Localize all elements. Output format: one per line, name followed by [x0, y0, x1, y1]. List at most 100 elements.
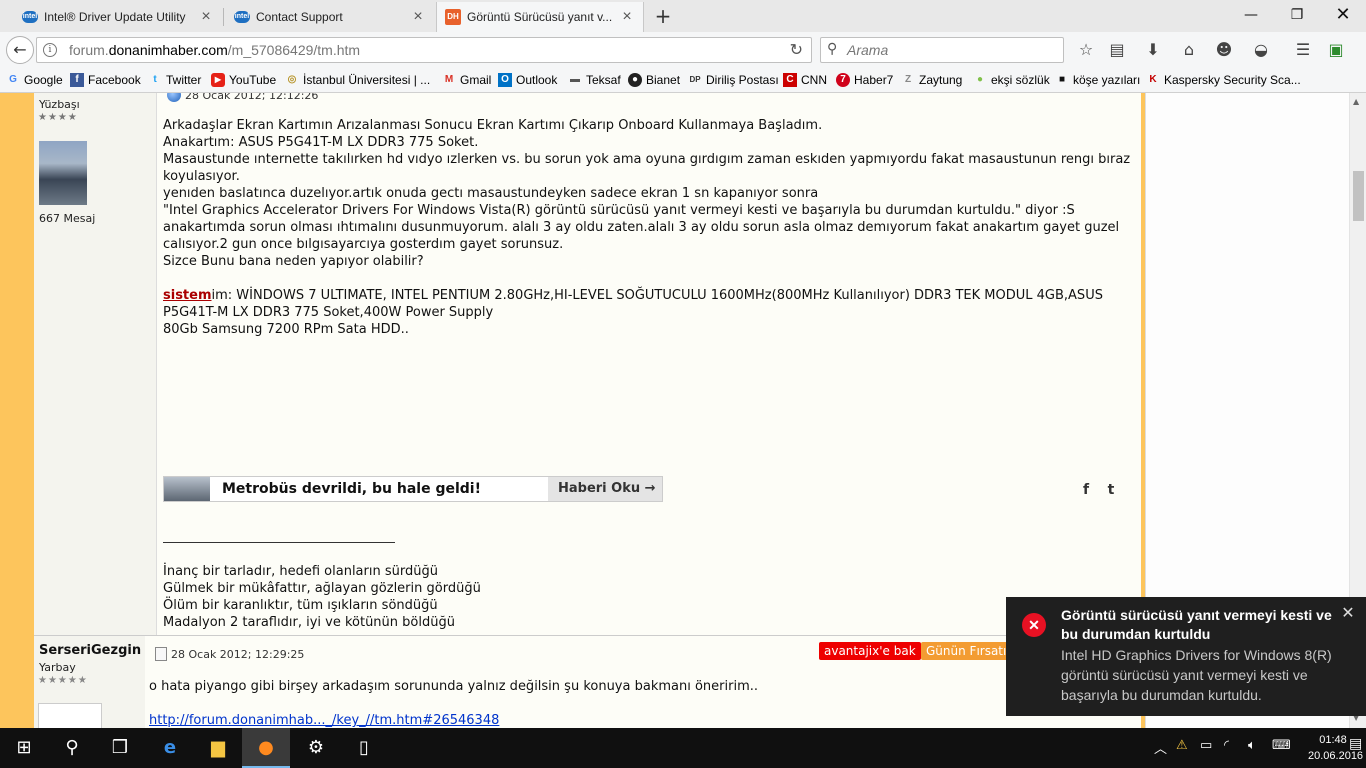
- chevron-up-icon[interactable]: ︿: [1154, 738, 1167, 757]
- news-bar[interactable]: Metrobüs devrildi, bu hale geldi! Haberi…: [163, 476, 663, 502]
- bookmark-youtube[interactable]: ▶ YouTube: [211, 73, 276, 87]
- keyboard-icon[interactable]: ⌨: [1272, 738, 1291, 753]
- document-icon: [155, 647, 167, 661]
- twitter-icon: t: [153, 74, 157, 85]
- bookmark-cnn[interactable]: C CNN: [783, 73, 827, 87]
- search-icon[interactable]: ⚲: [48, 728, 96, 768]
- bookmark-haber7[interactable]: 7 Haber7: [836, 73, 893, 87]
- bookmark-eksi[interactable]: ● ekşi sözlük: [973, 73, 1050, 87]
- download-icon[interactable]: ⬇: [1142, 39, 1164, 61]
- news-title[interactable]: Metrobüs devrildi, bu hale geldi!: [210, 481, 548, 497]
- close-window-button[interactable]: ✕: [1320, 0, 1366, 30]
- post-date: 28 Ocak 2012; 12:12:26: [167, 93, 318, 102]
- close-icon[interactable]: ✕: [1339, 605, 1357, 623]
- tab-contact-support[interactable]: intel Contact Support ×: [226, 2, 434, 32]
- read-news-button[interactable]: Haberi Oku →: [548, 477, 662, 501]
- gmail-icon: M: [444, 74, 454, 85]
- bookmark-istanbul-univ[interactable]: ◎ İstanbul Üniversitesi | ...: [285, 73, 431, 87]
- menu-icon[interactable]: ☰: [1292, 39, 1314, 61]
- bookmark-kaspersky[interactable]: K Kaspersky Security Sca...: [1146, 73, 1300, 87]
- notifications-icon[interactable]: ▤: [1349, 736, 1362, 752]
- post-link[interactable]: http://forum.donanimhab..._/key_//tm.htm…: [149, 713, 499, 728]
- post-body: Arkadaşlar Ekran Kartımın Arızalanması S…: [163, 117, 1135, 338]
- signature: İnanç bir tarladır, hedefi olanların sür…: [163, 563, 481, 631]
- warning-icon[interactable]: ⚠: [1176, 738, 1188, 753]
- bookmark-teksaf[interactable]: ▬ Teksaf: [568, 73, 621, 87]
- battery-icon[interactable]: ▭: [1200, 738, 1212, 753]
- tab-goruntu-surucusu[interactable]: DH Görüntü Sürücüsü yanıt v... ×: [436, 2, 644, 32]
- avatar[interactable]: [39, 141, 87, 205]
- bookmark-kose[interactable]: ■ köşe yazıları: [1055, 73, 1140, 87]
- firefox-icon[interactable]: ●: [242, 728, 290, 768]
- system-link[interactable]: sistem: [163, 288, 212, 303]
- maximize-button[interactable]: ❐: [1274, 0, 1320, 30]
- tab-intel-driver-update[interactable]: intel Intel® Driver Update Utility ×: [14, 2, 222, 32]
- close-icon[interactable]: ×: [619, 9, 635, 25]
- bookmark-facebook[interactable]: f Facebook: [70, 73, 141, 87]
- chat-icon[interactable]: ☻: [1213, 39, 1235, 61]
- bookmark-google[interactable]: G Google: [6, 73, 63, 87]
- system-spec: sistemim: WİNDOWS 7 ULTIMATE, INTEL PENT…: [163, 288, 1103, 320]
- url-text: forum.donanimhaber.com/m_57086429/tm.htm: [69, 42, 361, 58]
- file-explorer-icon[interactable]: ▆: [194, 728, 242, 768]
- outlook-icon: O: [498, 73, 512, 87]
- news-thumbnail: [164, 477, 210, 501]
- reload-icon[interactable]: ↻: [790, 40, 803, 59]
- youtube-icon: ▶: [211, 73, 225, 87]
- post-line: Masaustunde ınternette takılırken hd vıd…: [163, 152, 1131, 184]
- wifi-icon[interactable]: ◜: [1224, 738, 1229, 753]
- info-icon[interactable]: i: [43, 43, 57, 57]
- cnn-icon: C: [783, 73, 797, 87]
- toast-body: Intel HD Graphics Drivers for Windows 8(…: [1061, 647, 1332, 703]
- bookmark-bianet[interactable]: ● Bianet: [628, 73, 680, 87]
- bookmark-dirilis[interactable]: DP Diriliş Postası: [688, 73, 778, 87]
- windows-start-icon[interactable]: ⊞: [0, 728, 48, 768]
- avatar[interactable]: [38, 703, 102, 728]
- bookmark-gmail[interactable]: M Gmail: [442, 73, 492, 87]
- user-panel: SerseriGezgin Yarbay ★★★★★: [34, 636, 145, 728]
- addon-icon[interactable]: ▣: [1325, 39, 1347, 61]
- minimize-button[interactable]: —: [1228, 0, 1274, 30]
- close-icon[interactable]: ×: [198, 9, 214, 25]
- search-box[interactable]: ⚲ Arama: [820, 37, 1064, 63]
- task-view-icon[interactable]: ❒: [96, 728, 144, 768]
- rank-stars: ★★★★★: [38, 675, 88, 686]
- post-text: o hata piyango gibi birşey arkadaşım sor…: [149, 679, 758, 694]
- username[interactable]: SerseriGezgin: [39, 643, 141, 658]
- edge-icon[interactable]: e: [146, 728, 194, 768]
- eksi-icon: ●: [976, 74, 984, 85]
- bookmarks-bar: G Google f Facebook t Twitter ▶ YouTube ◎ İst…: [0, 68, 1366, 93]
- bookmark-twitter[interactable]: t Twitter: [148, 73, 201, 87]
- signature-line: Gülmek bir mükâfattır, ağlayan gözlerin …: [163, 581, 481, 596]
- dh-icon: DH: [445, 9, 461, 25]
- close-icon[interactable]: ×: [410, 9, 426, 25]
- scrollbar-thumb[interactable]: [1353, 171, 1364, 221]
- address-bar[interactable]: i forum.donanimhaber.com/m_57086429/tm.h…: [36, 37, 812, 63]
- new-tab-button[interactable]: +: [652, 6, 674, 28]
- pocket-icon[interactable]: ◒: [1250, 39, 1272, 61]
- dirilis-icon: DP: [689, 75, 701, 84]
- rank-stars: ★★★★: [38, 112, 78, 123]
- user-rank: Yüzbaşı: [39, 98, 80, 111]
- intel-icon: intel: [22, 11, 38, 23]
- tab-label: Intel® Driver Update Utility: [44, 10, 186, 24]
- post-line: yenıden baslatınca duzelıyor.artık onuda…: [163, 186, 819, 201]
- error-icon: ✕: [1022, 613, 1046, 637]
- back-button[interactable]: ←: [6, 36, 34, 64]
- gunun-firsati-badge[interactable]: Günün Fırsatı: [921, 642, 1012, 660]
- scroll-up-icon[interactable]: ▲: [1353, 97, 1359, 106]
- notification-toast[interactable]: ✕ Görüntü sürücüsü yanıt vermeyi kesti v…: [1006, 597, 1366, 716]
- settings-icon[interactable]: ⚙: [292, 728, 340, 768]
- twitter-share-icon[interactable]: t: [1100, 480, 1122, 500]
- facebook-share-icon[interactable]: f: [1075, 480, 1097, 500]
- notepad-icon[interactable]: ▯: [340, 728, 388, 768]
- home-icon[interactable]: ⌂: [1178, 39, 1200, 61]
- signature-line: Madalyon 2 taraflıdır, iyi ve kötünün bö…: [163, 615, 455, 630]
- reading-list-icon[interactable]: ▤: [1106, 39, 1128, 61]
- bookmark-outlook[interactable]: O Outlook: [498, 73, 557, 87]
- volume-icon[interactable]: 🔈︎: [1248, 738, 1256, 753]
- avantajix-badge[interactable]: avantajix'e bak: [819, 642, 921, 660]
- bookmark-zaytung[interactable]: Z Zaytung: [901, 73, 962, 87]
- search-icon: ⚲: [827, 41, 838, 57]
- bookmark-star-icon[interactable]: ☆: [1075, 39, 1097, 61]
